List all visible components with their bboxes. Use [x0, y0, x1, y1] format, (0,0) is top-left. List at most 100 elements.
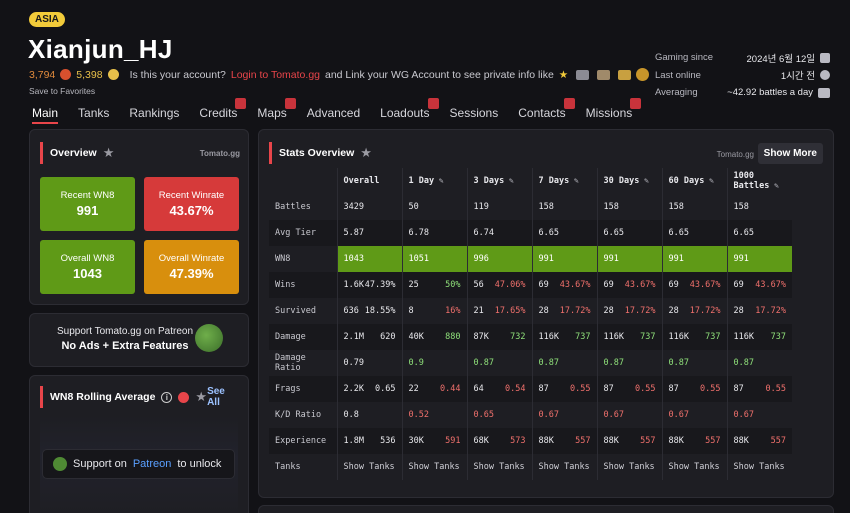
- cell-value: 0.65: [473, 410, 494, 420]
- cell-value: 1051: [408, 254, 429, 264]
- star-icon[interactable]: ★: [103, 145, 115, 161]
- tab-label: Loadouts: [380, 106, 430, 120]
- table-cell: 69 43.67%: [726, 272, 792, 298]
- table-cell: 28 17.72%: [661, 298, 727, 324]
- tab-missions[interactable]: Missions: [586, 98, 642, 124]
- cell-secondary-value: 43.67%: [624, 280, 656, 290]
- tab-main[interactable]: Main: [32, 104, 59, 124]
- cell-value: 87: [668, 384, 679, 394]
- edit-icon[interactable]: ✎: [639, 176, 649, 185]
- trophy-icon: [618, 69, 632, 80]
- tab-loadouts[interactable]: Loadouts: [380, 98, 439, 124]
- cell-secondary-value: 16%: [445, 306, 461, 316]
- table-cell[interactable]: Show Tanks: [531, 454, 597, 480]
- table-cell[interactable]: Show Tanks: [401, 454, 467, 480]
- cell-value: 0.9: [408, 358, 424, 368]
- overview-stat-box: Recent WN8 991: [40, 177, 135, 231]
- edit-icon[interactable]: ✎: [569, 176, 579, 185]
- table-cell: 1043: [336, 246, 402, 272]
- tab-contacts[interactable]: Contacts: [518, 98, 575, 124]
- table-cell: 68K 573: [466, 428, 532, 454]
- edit-icon[interactable]: ✎: [504, 176, 514, 185]
- clock-icon: [820, 70, 830, 81]
- last-online-value: 1시간 전: [780, 71, 815, 83]
- patreon-card[interactable]: Support Tomato.gg on Patreon No Ads + Ex…: [29, 313, 249, 367]
- tab-label: Sessions: [449, 106, 499, 120]
- table-cell: 87K 732: [466, 324, 532, 350]
- table-cell: 158: [661, 194, 727, 220]
- row-label: Frags: [269, 376, 337, 402]
- cell-secondary-value: 17.72%: [689, 306, 721, 316]
- table-cell[interactable]: Show Tanks: [726, 454, 792, 480]
- column-label: 30 Days: [603, 176, 640, 186]
- unlock-suffix: to unlock: [177, 458, 222, 470]
- table-cell[interactable]: Show Tanks: [596, 454, 662, 480]
- cell-value: 56: [473, 280, 484, 290]
- tab-label: Rankings: [129, 106, 180, 120]
- edit-icon[interactable]: ✎: [769, 181, 779, 190]
- cell-secondary-value: 557: [705, 436, 721, 446]
- table-cell: 991: [661, 246, 727, 272]
- table-cell: 8 16%: [401, 298, 467, 324]
- cell-value: 69: [603, 280, 614, 290]
- row-label: Experience: [269, 428, 337, 454]
- table-cell[interactable]: Show Tanks: [661, 454, 727, 480]
- calendar-icon: [820, 52, 830, 63]
- cell-secondary-value: 573: [510, 436, 526, 446]
- brand-label: Tomato.gg: [199, 148, 240, 158]
- table-cell: 6.74: [466, 220, 532, 246]
- unlock-link[interactable]: Patreon: [133, 458, 172, 470]
- table-cell: 87 0.55: [726, 376, 792, 402]
- wn8-rolling-card: WN8 Rolling Average i ★ See All Support …: [29, 375, 249, 513]
- cell-value: 22: [408, 384, 419, 394]
- cell-secondary-value: 591: [445, 436, 461, 446]
- unlock-button[interactable]: Support on Patreon to unlock: [42, 449, 235, 479]
- brand-label: Tomato.gg: [716, 150, 754, 159]
- tab-credits[interactable]: Credits: [199, 98, 247, 124]
- cell-secondary-value: 17.72%: [755, 306, 786, 316]
- cell-value: 158: [733, 202, 749, 212]
- edit-icon[interactable]: ✎: [434, 176, 444, 185]
- info-icon[interactable]: i: [161, 391, 173, 403]
- cell-value: 636: [343, 306, 359, 316]
- cell-secondary-value: 0.65: [375, 384, 396, 394]
- row-label: K/D Ratio: [275, 410, 322, 420]
- see-all-link[interactable]: See All: [207, 386, 238, 408]
- column-header[interactable]: 3 Days ✎: [466, 168, 532, 194]
- table-cell: 0.67: [726, 402, 792, 428]
- row-label: Wins: [269, 272, 337, 298]
- cell-secondary-value: 18.55%: [364, 306, 396, 316]
- column-header[interactable]: 7 Days ✎: [531, 168, 597, 194]
- column-header[interactable]: 1 Day ✎: [401, 168, 467, 194]
- table-cell: 0.65: [466, 402, 532, 428]
- table-cell: 25 50%: [401, 272, 467, 298]
- cell-secondary-value: 737: [705, 332, 721, 342]
- column-header[interactable]: 60 Days ✎: [661, 168, 727, 194]
- table-cell: 991: [596, 246, 662, 272]
- table-cell: 0.87: [596, 350, 662, 376]
- star-icon[interactable]: ★: [195, 389, 207, 405]
- table-cell: 0.67: [531, 402, 597, 428]
- cell-value: Show Tanks: [473, 462, 525, 472]
- tab-rankings[interactable]: Rankings: [129, 104, 179, 124]
- table-cell: 636 18.55%: [336, 298, 402, 324]
- column-header[interactable]: 1000 Battles ✎: [726, 168, 792, 194]
- tab-tanks[interactable]: Tanks: [78, 104, 109, 124]
- table-cell[interactable]: Show Tanks: [466, 454, 532, 480]
- stats-title: Stats Overview: [279, 147, 355, 159]
- column-header[interactable]: 30 Days ✎: [596, 168, 662, 194]
- tab-label: Contacts: [518, 106, 566, 120]
- column-label: 7 Days: [538, 176, 570, 186]
- tab-advanced[interactable]: Advanced: [307, 104, 360, 124]
- cell-value: 5.87: [343, 228, 364, 238]
- cell-value: 0.87: [668, 358, 689, 368]
- save-favorites-link[interactable]: Save to Favorites: [29, 86, 95, 96]
- table-cell[interactable]: Show Tanks: [336, 454, 402, 480]
- cell-value: Show Tanks: [603, 462, 655, 472]
- tab-maps[interactable]: Maps: [257, 98, 296, 124]
- edit-icon[interactable]: ✎: [704, 176, 714, 185]
- star-icon[interactable]: ★: [360, 145, 372, 161]
- tab-sessions[interactable]: Sessions: [450, 104, 499, 124]
- login-link[interactable]: Login to Tomato.gg: [231, 69, 320, 81]
- show-more-button[interactable]: Show More: [757, 143, 823, 164]
